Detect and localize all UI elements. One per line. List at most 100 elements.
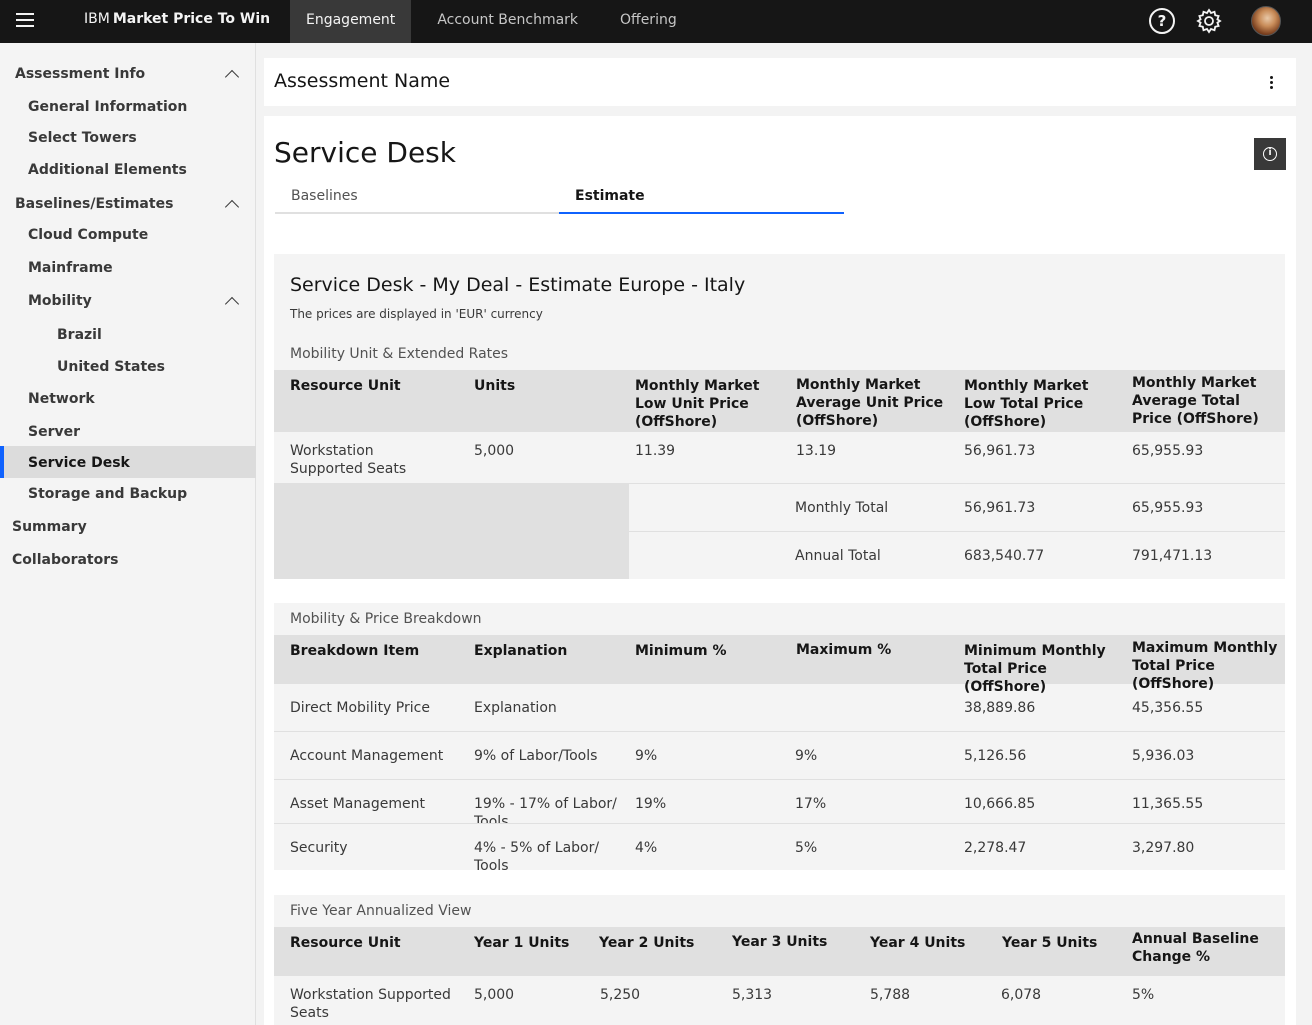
monthly-total-label: Monthly Total: [795, 500, 889, 516]
cell-explanation: Explanation: [474, 700, 557, 716]
sidebar-item-network[interactable]: Network: [28, 391, 95, 407]
sidebar-item-cloud-compute[interactable]: Cloud Compute: [28, 227, 148, 243]
info-button[interactable]: i: [1254, 138, 1286, 170]
assessment-name: Assessment Name: [274, 70, 451, 92]
col-header: Maximum Monthly Total Price (OffShore): [1132, 640, 1278, 692]
col-header: Monthly Market Average Total Price (OffS…: [1132, 375, 1259, 427]
user-avatar[interactable]: [1251, 6, 1281, 36]
settings-gear-icon[interactable]: [1196, 8, 1222, 34]
cell-min: 9%: [635, 748, 658, 764]
monthly-total-avg: 65,955.93: [1132, 500, 1204, 516]
sidebar-item-summary[interactable]: Summary: [12, 519, 87, 535]
sidebar-item-server[interactable]: Server: [28, 424, 80, 440]
nav-offering[interactable]: Offering: [604, 0, 693, 43]
cell-min-total: 2,278.47: [964, 840, 1027, 856]
sidebar-item-collaborators[interactable]: Collaborators: [12, 552, 118, 568]
cell-resource-unit: Workstation Supported Seats: [290, 987, 451, 1021]
sidebar-item-assessment-info[interactable]: Assessment Info: [15, 66, 145, 82]
cell-min-total: 10,666.85: [964, 796, 1036, 812]
brand-product: Market Price To Win: [112, 11, 271, 27]
tab-estimate[interactable]: Estimate: [559, 178, 844, 214]
breakdown-table-header: Breakdown Item Explanation Minimum % Max…: [274, 635, 1285, 695]
cell-avg-total: 65,955.93: [1132, 443, 1204, 459]
row-divider: [629, 531, 1285, 532]
tabs: Baselines Estimate: [275, 178, 845, 214]
col-header: Monthly Market Low Total Price (OffShore…: [964, 378, 1089, 430]
sidebar-item-service-desk[interactable]: Service Desk: [28, 455, 130, 471]
cell-min: 19%: [635, 796, 667, 812]
cell-avg-unit: 13.19: [796, 443, 837, 459]
cell-max: 9%: [795, 748, 818, 764]
currency-note: The prices are displayed in 'EUR' curren…: [290, 307, 543, 321]
sidebar-item-mobility[interactable]: Mobility: [28, 293, 92, 309]
brand-prefix: IBM: [84, 11, 110, 27]
annual-total-label: Annual Total: [795, 548, 881, 564]
chevron-up-icon[interactable]: [224, 69, 240, 85]
breakdown-section-title: Mobility & Price Breakdown: [290, 611, 482, 627]
cell-min: 4%: [635, 840, 658, 856]
main-panel: Service Desk i Baselines Estimate Servic…: [264, 116, 1296, 1025]
col-header: Breakdown Item: [290, 643, 420, 659]
cell-year5: 6,078: [1001, 987, 1042, 1003]
top-nav: Engagement Account Benchmark Offering: [290, 0, 703, 43]
row-divider: [274, 823, 1285, 824]
cell-item: Direct Mobility Price: [290, 700, 430, 716]
nav-account-benchmark[interactable]: Account Benchmark: [421, 0, 594, 43]
cell-explanation: 4% - 5% of Labor/ Tools: [474, 840, 600, 874]
sidebar-item-storage-backup[interactable]: Storage and Backup: [28, 486, 187, 502]
page-title: Service Desk: [274, 136, 456, 169]
sidebar-item-brazil[interactable]: Brazil: [57, 327, 102, 343]
sidebar-item-select-towers[interactable]: Select Towers: [28, 130, 137, 146]
info-icon: i: [1263, 147, 1277, 161]
overflow-menu-icon[interactable]: [1270, 76, 1274, 90]
col-header: Minimum %: [635, 643, 727, 659]
cell-max-total: 3,297.80: [1132, 840, 1195, 856]
nav-engagement[interactable]: Engagement: [290, 0, 412, 43]
sidebar-item-additional-elements[interactable]: Additional Elements: [28, 162, 187, 178]
col-header: Monthly Market Average Unit Price (OffSh…: [796, 377, 944, 429]
sidebar-item-general-information[interactable]: General Information: [28, 99, 187, 115]
row-divider: [274, 731, 1285, 732]
cell-year1: 5,000: [474, 987, 515, 1003]
col-header: Year 2 Units: [599, 935, 695, 951]
col-header: Year 1 Units: [474, 935, 570, 951]
sidebar-item-mainframe[interactable]: Mainframe: [28, 260, 113, 276]
cell-change: 5%: [1132, 987, 1155, 1003]
cell-year4: 5,788: [870, 987, 911, 1003]
top-header: IBM Market Price To Win Engagement Accoun…: [0, 0, 1312, 43]
sidebar-item-baselines-estimates[interactable]: Baselines/Estimates: [15, 196, 173, 212]
col-header: Annual Baseline Change %: [1132, 931, 1259, 965]
col-header: Year 3 Units: [732, 934, 828, 950]
five-year-table-header: Resource Unit Year 1 Units Year 2 Units …: [274, 927, 1285, 976]
assessment-bar: Assessment Name: [264, 58, 1296, 106]
annual-total-low: 683,540.77: [964, 548, 1045, 564]
col-header: Explanation: [474, 643, 568, 659]
estimate-card: Service Desk - My Deal - Estimate Europe…: [274, 254, 1285, 579]
five-year-card: Five Year Annualized View Resource Unit …: [274, 895, 1285, 1025]
chevron-up-icon[interactable]: [224, 199, 240, 215]
tab-baselines[interactable]: Baselines: [275, 178, 560, 214]
sidebar: Assessment Info General Information Sele…: [0, 43, 256, 1025]
cell-max: 17%: [795, 796, 827, 812]
brand[interactable]: IBM Market Price To Win: [84, 11, 270, 27]
cell-year2: 5,250: [600, 987, 641, 1003]
breakdown-card: Mobility & Price Breakdown Breakdown Ite…: [274, 603, 1285, 874]
col-header: Maximum %: [796, 642, 892, 658]
hamburger-menu-icon[interactable]: [16, 13, 34, 29]
cell-item: Asset Management: [290, 796, 425, 812]
sidebar-item-united-states[interactable]: United States: [57, 359, 165, 375]
cell-explanation: 9% of Labor/Tools: [474, 748, 598, 764]
chevron-up-icon[interactable]: [224, 296, 240, 312]
cell-units: 5,000: [474, 443, 515, 459]
card-title: Service Desk - My Deal - Estimate Europe…: [290, 274, 746, 296]
monthly-total-low: 56,961.73: [964, 500, 1036, 516]
col-header: Monthly Market Low Unit Price (OffShore): [635, 378, 760, 430]
help-icon[interactable]: ?: [1149, 8, 1175, 34]
cell-min-total: 5,126.56: [964, 748, 1027, 764]
cell-low-total: 56,961.73: [964, 443, 1036, 459]
row-divider: [274, 779, 1285, 780]
col-header: Year 5 Units: [1002, 935, 1098, 951]
cell-max-total: 11,365.55: [1132, 796, 1204, 812]
cell-explanation: 19% - 17% of Labor/ Tools: [474, 796, 617, 823]
cell-max-total: 5,936.03: [1132, 748, 1195, 764]
